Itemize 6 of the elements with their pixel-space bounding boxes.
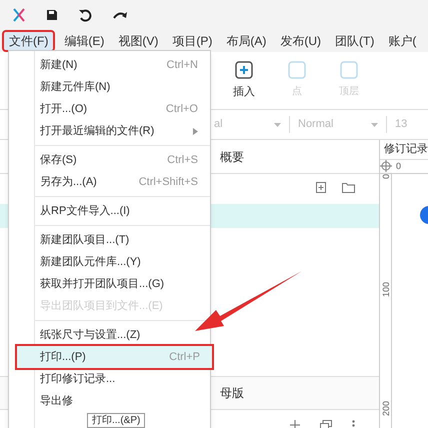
panel-header: 修订记录 bbox=[380, 140, 428, 160]
tooltip: 打印...(&P) bbox=[87, 413, 146, 428]
ruler-label: 0 bbox=[396, 160, 402, 173]
ruler-label: 100 bbox=[380, 282, 391, 298]
ruler-label: 200 bbox=[380, 400, 391, 416]
ruler-label: 0 bbox=[380, 174, 391, 180]
